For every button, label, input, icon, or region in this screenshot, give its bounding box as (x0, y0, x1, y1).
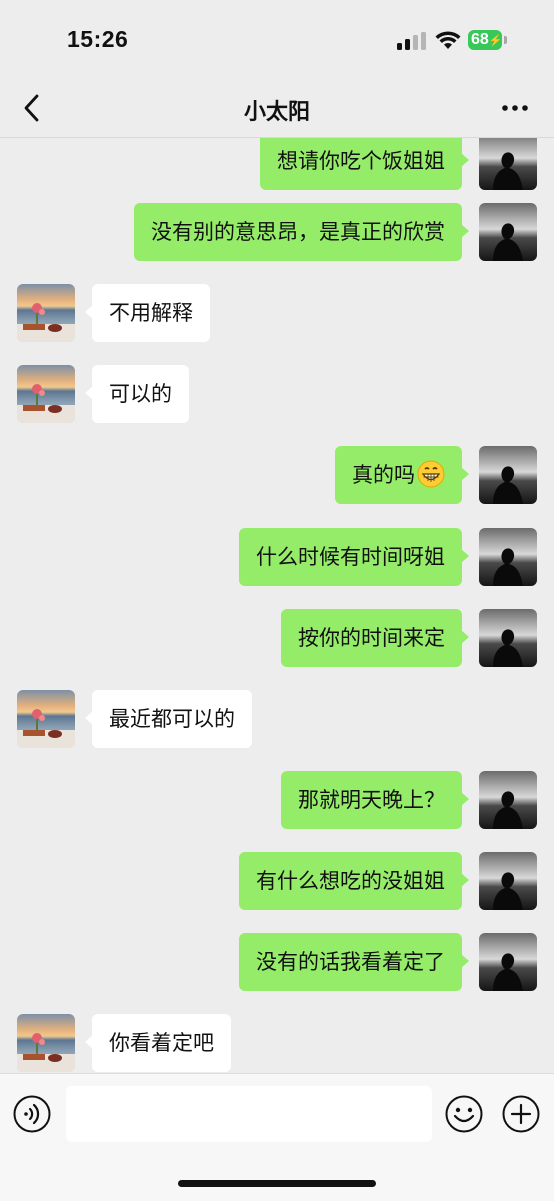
my-avatar[interactable] (479, 609, 537, 667)
outgoing-message-bubble[interactable]: 没有别的意思昂，是真正的欣赏 (134, 203, 469, 261)
home-indicator (178, 1180, 376, 1187)
status-time: 15:26 (67, 26, 129, 52)
battery-tip (504, 36, 507, 44)
my-avatar[interactable] (479, 771, 537, 829)
incoming-message-bubble[interactable]: 可以的 (85, 365, 189, 423)
my-avatar[interactable] (479, 933, 537, 991)
outgoing-message-bubble[interactable]: 那就明天晚上？ (281, 771, 469, 829)
message-input[interactable] (66, 1086, 432, 1142)
chat-title: 小太阳 (243, 100, 310, 125)
emoji-icon[interactable] (445, 1095, 483, 1133)
add-more-icon[interactable] (502, 1095, 540, 1133)
contact-avatar[interactable] (17, 284, 75, 342)
my-avatar[interactable] (479, 203, 537, 261)
grinning-face-icon (417, 460, 445, 488)
contact-avatar[interactable] (17, 365, 75, 423)
status-bar: 15:26 68⚡ (0, 0, 554, 80)
my-avatar[interactable] (479, 446, 537, 504)
chat-header: 小太阳 (0, 80, 554, 138)
my-avatar[interactable] (479, 138, 537, 190)
outgoing-message-bubble[interactable]: 真的吗 (335, 446, 469, 504)
message-text: 真的吗 (352, 463, 415, 487)
outgoing-message-bubble[interactable]: 什么时候有时间呀姐 (239, 528, 469, 586)
contact-avatar[interactable] (17, 1014, 75, 1072)
chat-message-list[interactable]: 想请你吃个饭姐姐 没有别的意思昂，是真正的欣赏 不用解释 可以的 真的吗 什么时… (0, 138, 554, 1073)
outgoing-message-bubble[interactable]: 想请你吃个饭姐姐 (260, 138, 469, 190)
incoming-message-bubble[interactable]: 最近都可以的 (85, 690, 252, 748)
my-avatar[interactable] (479, 528, 537, 586)
incoming-message-bubble[interactable]: 你看着定吧 (85, 1014, 231, 1072)
outgoing-message-bubble[interactable]: 有什么想吃的没姐姐 (239, 852, 469, 910)
outgoing-message-bubble[interactable]: 没有的话我看着定了 (239, 933, 469, 991)
cellular-signal-icon (397, 32, 427, 50)
voice-input-icon[interactable] (13, 1095, 51, 1133)
my-avatar[interactable] (479, 852, 537, 910)
more-options-icon[interactable] (500, 94, 530, 122)
wifi-icon (435, 31, 461, 49)
outgoing-message-bubble[interactable]: 按你的时间来定 (281, 609, 469, 667)
battery-level: 68 (471, 31, 489, 48)
incoming-message-bubble[interactable]: 不用解释 (85, 284, 210, 342)
battery-icon: 68⚡ (468, 30, 503, 50)
contact-avatar[interactable] (17, 690, 75, 748)
